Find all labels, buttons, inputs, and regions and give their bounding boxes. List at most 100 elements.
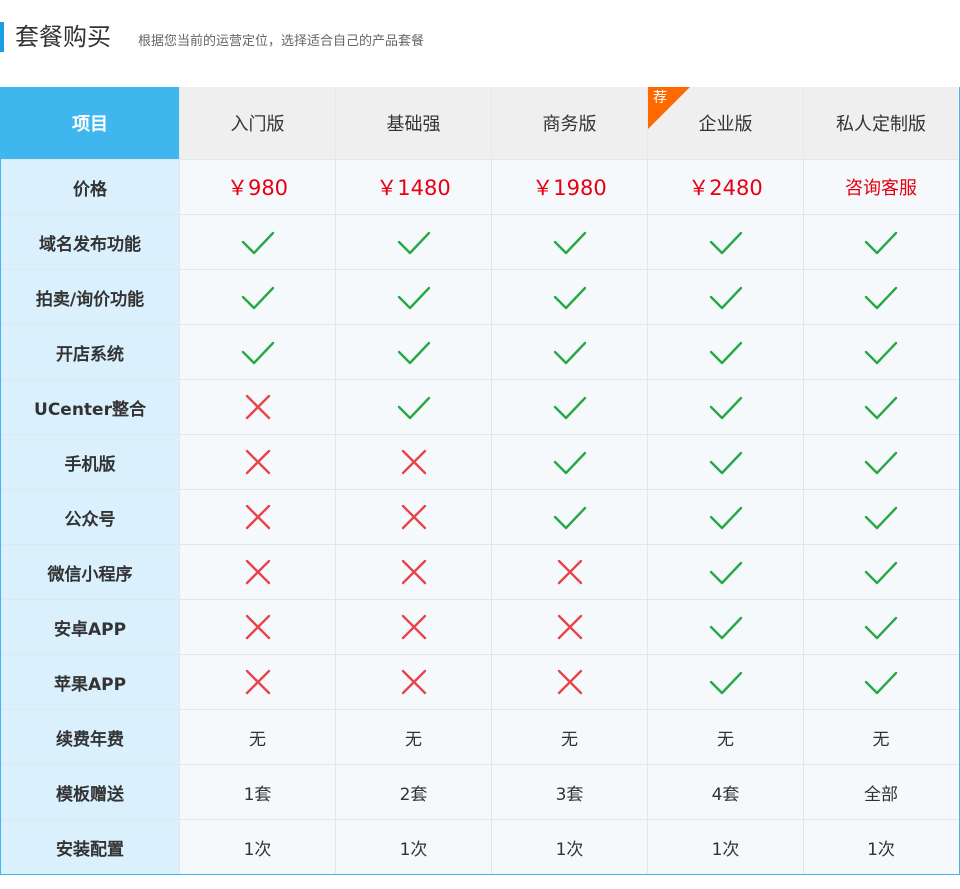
check-icon	[241, 231, 274, 255]
check-icon	[709, 396, 742, 420]
feature-row: UCenter整合	[1, 379, 959, 434]
check-icon	[864, 561, 898, 585]
feature-cell	[335, 545, 491, 599]
row-label-cell: 价格	[1, 160, 179, 214]
text-row: 模板赠送 1套 2套 3套 4套 全部	[1, 764, 959, 819]
feature-cell	[491, 325, 647, 379]
cell-value: 1次	[555, 839, 584, 860]
feature-row: 苹果APP	[1, 654, 959, 709]
feature-cell	[491, 270, 647, 324]
feature-row: 微信小程序	[1, 544, 959, 599]
feature-cell	[179, 655, 335, 709]
plan-name: 企业版	[698, 114, 753, 135]
cross-icon	[401, 449, 426, 475]
price-row: 价格 ￥980 ￥1480 ￥1980 ￥2480 咨询客服	[1, 159, 959, 214]
plan-name: 入门版	[230, 114, 285, 135]
text-cell: 1次	[179, 820, 335, 874]
plan-header-3: 商务版	[491, 87, 647, 159]
cell-value: 无	[717, 729, 734, 750]
check-icon	[553, 231, 586, 255]
feature-cell	[179, 545, 335, 599]
price-cell: 咨询客服	[803, 160, 958, 214]
cross-icon	[245, 394, 270, 420]
text-cell: 无	[335, 710, 491, 764]
cross-icon	[401, 669, 426, 695]
check-icon	[397, 231, 430, 255]
feature-cell	[803, 545, 958, 599]
plan-header-5: 私人定制版	[803, 87, 958, 159]
plan-comparison-table: 项目 入门版 基础强 商务版 荐企业版 私人定制版 价格 ￥980 ￥1480 ￥1980 ￥248…	[0, 87, 960, 875]
cell-value: 无	[249, 729, 266, 750]
price-value: ￥980	[226, 176, 289, 200]
page-subtitle: 根据您当前的运营定位，选择适合自己的产品套餐	[138, 34, 425, 49]
cell-value: 2套	[399, 784, 428, 805]
feature-cell	[803, 435, 958, 489]
row-label: 拍卖/询价功能	[35, 289, 145, 310]
text-cell: 1次	[491, 820, 647, 874]
page-title: 套餐购买	[15, 23, 111, 51]
feature-row: 安卓APP	[1, 599, 959, 654]
cross-icon	[401, 559, 426, 585]
feature-cell	[647, 215, 803, 269]
plan-header-2: 基础强	[335, 87, 491, 159]
price-value: ￥1980	[532, 176, 607, 200]
check-icon	[864, 231, 898, 255]
feature-row: 公众号	[1, 489, 959, 544]
plan-header-1: 入门版	[179, 87, 335, 159]
text-cell: 4套	[647, 765, 803, 819]
check-icon	[709, 286, 742, 310]
row-label-cell: 模板赠送	[1, 765, 179, 819]
plan-header-4: 荐企业版	[647, 87, 803, 159]
row-label-cell: 苹果APP	[1, 655, 179, 709]
cell-value: 1次	[867, 839, 895, 860]
row-label: 公众号	[64, 509, 116, 530]
cross-icon	[557, 614, 582, 640]
cell-value: 4套	[711, 784, 740, 805]
title-accent-bar	[0, 22, 4, 52]
check-icon	[241, 341, 274, 365]
cross-icon	[245, 559, 270, 585]
cross-icon	[245, 504, 270, 530]
cross-icon	[557, 559, 582, 585]
feature-cell	[179, 325, 335, 379]
row-label-cell: 安卓APP	[1, 600, 179, 654]
feature-cell	[803, 270, 958, 324]
feature-cell	[491, 490, 647, 544]
row-label: 价格	[73, 179, 107, 200]
check-icon	[709, 231, 742, 255]
feature-cell	[335, 325, 491, 379]
feature-cell	[491, 655, 647, 709]
price-value: ￥1480	[376, 176, 451, 200]
cross-icon	[557, 669, 582, 695]
row-label: 续费年费	[56, 729, 124, 750]
text-cell: 无	[179, 710, 335, 764]
feature-cell	[179, 435, 335, 489]
feature-cell	[647, 545, 803, 599]
cross-icon	[245, 614, 270, 640]
row-label: 手机版	[64, 454, 116, 475]
feature-cell	[491, 435, 647, 489]
check-icon	[709, 561, 742, 585]
check-icon	[709, 506, 742, 530]
row-label: 安卓APP	[53, 619, 127, 640]
price-cell: ￥2480	[647, 160, 803, 214]
check-icon	[864, 506, 898, 530]
check-icon	[553, 451, 586, 475]
feature-cell	[803, 490, 958, 544]
check-icon	[709, 616, 742, 640]
cell-value: 无	[405, 729, 422, 750]
check-icon	[553, 396, 586, 420]
row-label-cell: 续费年费	[1, 710, 179, 764]
row-label: 开店系统	[56, 344, 124, 365]
feature-cell	[335, 380, 491, 434]
cell-value: 1套	[243, 784, 272, 805]
check-icon	[864, 341, 898, 365]
text-cell: 无	[647, 710, 803, 764]
check-icon	[864, 396, 898, 420]
row-label: 安装配置	[56, 839, 124, 860]
row-label: UCenter整合	[34, 399, 146, 420]
row-label-cell: 拍卖/询价功能	[1, 270, 179, 324]
text-row: 续费年费 无 无 无 无 无	[1, 709, 959, 764]
feature-cell	[179, 270, 335, 324]
row-label-cell: 公众号	[1, 490, 179, 544]
